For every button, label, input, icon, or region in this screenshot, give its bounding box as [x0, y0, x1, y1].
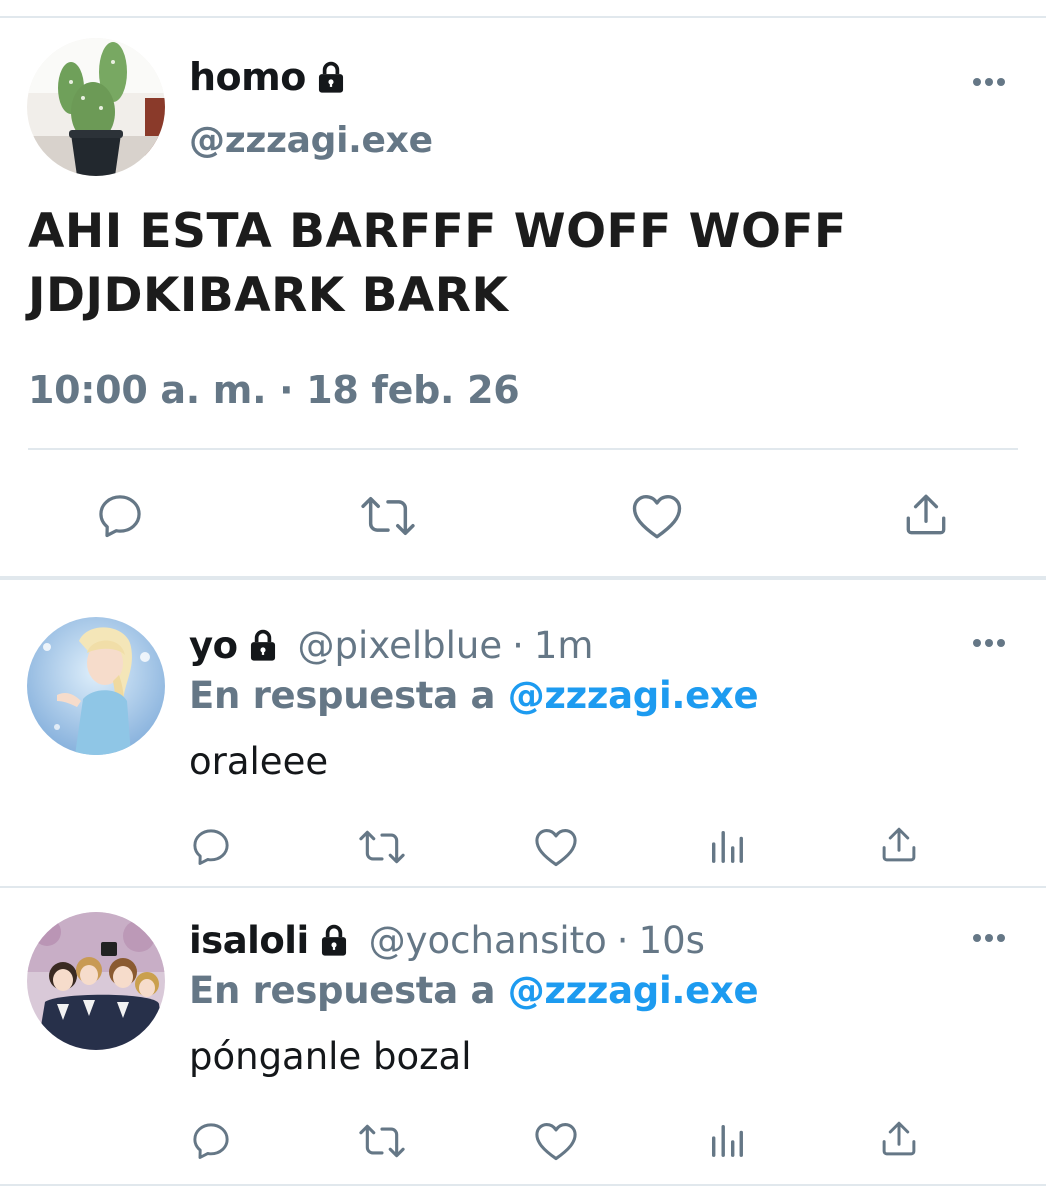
reply-button[interactable]: [188, 1118, 234, 1164]
reply-avatar[interactable]: [27, 912, 165, 1050]
share-icon: [882, 1121, 916, 1156]
retweet-button[interactable]: [356, 488, 420, 544]
section-divider: [0, 576, 1046, 580]
share-button[interactable]: [876, 1116, 922, 1162]
tweet-text-line: AHI ESTA BARFFF WOFF WOFF: [28, 204, 847, 259]
more-options-button[interactable]: [971, 920, 1007, 956]
analytics-button[interactable]: [706, 1120, 748, 1160]
reply-icon: [193, 1123, 229, 1159]
handle[interactable]: @yochansito: [369, 919, 607, 962]
anime-group-avatar-icon: [27, 912, 165, 1050]
main-tweet-avatar[interactable]: [27, 38, 165, 176]
relative-time[interactable]: 1m: [534, 624, 594, 667]
lock-icon: [250, 629, 275, 661]
share-icon: [882, 827, 916, 862]
reply-divider: [0, 886, 1046, 888]
ellipsis-icon: [973, 78, 1005, 86]
separator: ·: [512, 623, 524, 667]
like-button[interactable]: [532, 824, 580, 870]
reply-icon: [99, 495, 141, 538]
retweet-icon: [361, 496, 415, 536]
reply-avatar[interactable]: [27, 617, 165, 755]
reply-icon: [193, 829, 229, 865]
more-options-button[interactable]: [971, 625, 1007, 661]
more-options-button[interactable]: [971, 64, 1007, 100]
relative-time[interactable]: 10s: [639, 919, 705, 962]
tweet-divider: [28, 448, 1018, 450]
replying-to: En respuesta a @zzzagi.exe: [189, 674, 759, 717]
display-name[interactable]: isaloli: [189, 919, 309, 962]
share-button[interactable]: [876, 822, 922, 868]
reply-text: oraleee: [189, 740, 329, 783]
reply-button[interactable]: [92, 488, 148, 544]
analytics-button[interactable]: [706, 826, 748, 866]
analytics-bars-icon: [711, 1124, 743, 1157]
reply-text: pónganle bozal: [189, 1035, 472, 1078]
retweet-button[interactable]: [356, 824, 408, 870]
mention-link[interactable]: @zzzagi.exe: [508, 674, 759, 717]
mention-link[interactable]: @zzzagi.exe: [508, 969, 759, 1012]
top-divider: [0, 16, 1046, 18]
display-name[interactable]: yo: [189, 624, 238, 667]
replying-to: En respuesta a @zzzagi.exe: [189, 969, 759, 1012]
main-tweet-author[interactable]: homo: [189, 52, 348, 102]
tweet-timestamp[interactable]: 10:00 a. m. · 18 feb. 26: [28, 368, 520, 412]
reply-header: yo @pixelblue · 1m: [189, 620, 593, 670]
ellipsis-icon: [973, 639, 1005, 647]
like-button[interactable]: [628, 488, 686, 544]
heart-icon: [535, 1123, 577, 1161]
share-button[interactable]: [898, 486, 954, 544]
analytics-bars-icon: [711, 830, 743, 863]
reply-prefix: En respuesta a: [189, 969, 496, 1012]
share-icon: [906, 494, 946, 535]
retweet-button[interactable]: [356, 1118, 408, 1164]
main-tweet-text: AHI ESTA BARFFF WOFF WOFF JDJDKIBARK BAR…: [28, 200, 1008, 328]
lock-icon: [321, 924, 346, 956]
princess-avatar-icon: [27, 617, 165, 755]
main-tweet-handle[interactable]: @zzzagi.exe: [189, 120, 433, 161]
separator: ·: [616, 918, 629, 962]
lock-icon: [318, 61, 343, 93]
ellipsis-icon: [973, 934, 1005, 942]
retweet-icon: [359, 1124, 405, 1158]
tweet-text-line: JDJDKIBARK BARK: [28, 268, 509, 323]
heart-icon: [632, 494, 682, 539]
reply-button[interactable]: [188, 824, 234, 870]
bottom-divider: [0, 1184, 1046, 1186]
like-button[interactable]: [532, 1118, 580, 1164]
handle[interactable]: @pixelblue: [298, 624, 503, 667]
cactus-avatar-icon: [27, 38, 165, 176]
heart-icon: [535, 829, 577, 867]
reply-header: isaloli @yochansito · 10s: [189, 915, 705, 965]
reply-prefix: En respuesta a: [189, 674, 496, 717]
retweet-icon: [359, 830, 405, 864]
display-name: homo: [189, 55, 306, 99]
